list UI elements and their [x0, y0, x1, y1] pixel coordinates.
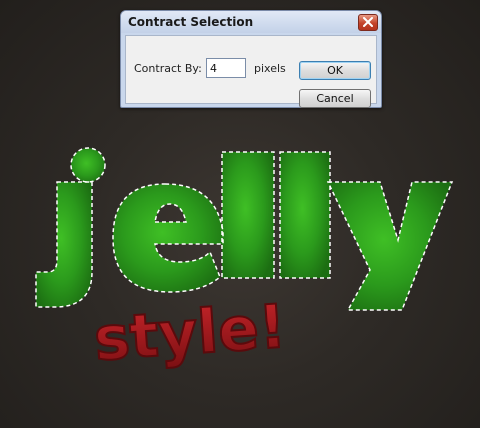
close-button[interactable] — [358, 14, 378, 31]
close-icon — [363, 17, 373, 27]
style-text-art: style! — [91, 292, 290, 372]
contract-by-input[interactable] — [206, 58, 246, 78]
cancel-button[interactable]: Cancel — [299, 89, 371, 108]
dialog-titlebar[interactable]: Contract Selection — [121, 11, 381, 33]
pixels-unit-label: pixels — [254, 62, 286, 75]
style-text: style! — [92, 292, 289, 372]
jelly-letter-e — [113, 184, 223, 292]
contract-selection-dialog: Contract Selection Contract By: pixels O… — [120, 10, 382, 108]
jelly-letter-l1 — [222, 152, 274, 278]
ok-button[interactable]: OK — [299, 61, 371, 80]
jelly-letter-y — [328, 182, 452, 310]
contract-by-label: Contract By: — [134, 62, 202, 75]
jelly-letter-l2 — [280, 152, 330, 278]
dialog-body: Contract By: pixels OK Cancel — [125, 35, 377, 108]
document-canvas: style! Contract Selection Contract By: p… — [0, 0, 480, 428]
jelly-letter-j — [36, 182, 92, 307]
dialog-title: Contract Selection — [128, 15, 254, 29]
